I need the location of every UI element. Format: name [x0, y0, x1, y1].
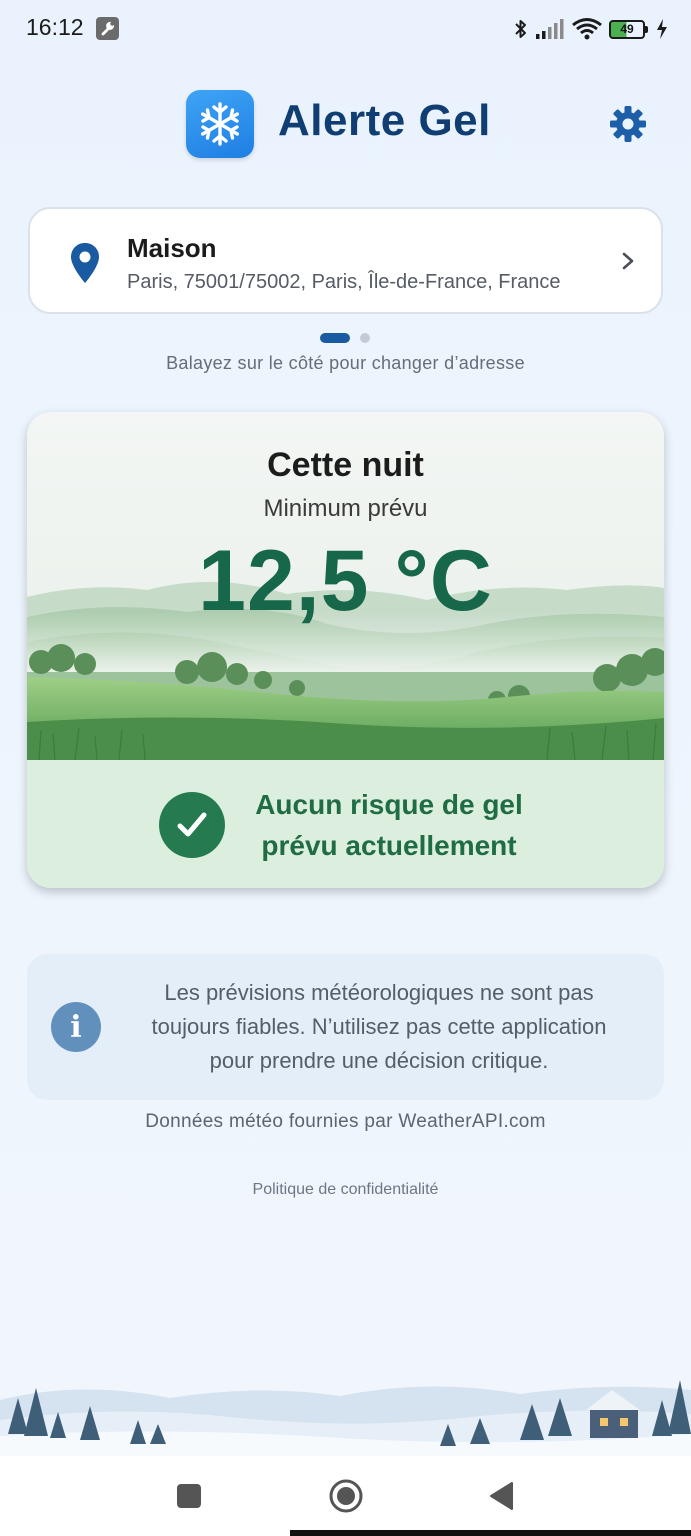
privacy-policy-link[interactable]: Politique de confidentialité	[0, 1181, 691, 1199]
swipe-hint: Balayez sur le côté pour changer d’adres…	[166, 353, 525, 373]
signal-icon	[536, 19, 564, 39]
frost-status-text: Aucun risque de gel prévu actuellement	[239, 784, 539, 866]
frost-status-line1: Aucun risque de gel	[255, 789, 523, 820]
winter-landscape-illustration	[0, 1340, 691, 1456]
charging-icon	[657, 19, 667, 39]
disclaimer-line2: toujours fiables. N’utilisez pas cette a…	[151, 1014, 607, 1039]
address-line: Paris, 75001/75002, Paris, Île-de-France…	[127, 271, 561, 293]
pager-dot	[360, 333, 370, 343]
frost-status: Aucun risque de gel prévu actuellement	[27, 760, 664, 888]
chevron-right-icon	[622, 252, 634, 270]
system-nav-bar	[0, 1456, 691, 1536]
frost-status-line2: prévu actuellement	[261, 830, 517, 861]
wifi-icon	[572, 18, 602, 40]
forecast-title: Cette nuit	[267, 446, 424, 484]
battery-icon: 49	[609, 19, 648, 39]
forecast-subtitle: Minimum prévu	[263, 495, 428, 522]
landscape-illustration: Cette nuit Minimum prévu 12,5 °C	[27, 412, 664, 760]
status-bar: 16:12 49	[0, 0, 691, 60]
settings-button[interactable]	[606, 102, 650, 146]
home-button[interactable]	[326, 1476, 366, 1516]
bluetooth-icon	[515, 20, 526, 38]
disclaimer-line3: pour prendre une décision critique.	[209, 1048, 549, 1073]
snowflake-icon	[200, 102, 239, 146]
forecast-card: Cette nuit Minimum prévu 12,5 °C Aucun r…	[27, 412, 664, 888]
app-logo	[186, 90, 254, 158]
address-pager[interactable]	[320, 333, 370, 343]
address-name: Maison	[127, 233, 217, 263]
circle-icon	[329, 1479, 363, 1513]
status-time: 16:12	[26, 14, 84, 40]
battery-level: 49	[620, 22, 634, 36]
back-button[interactable]	[482, 1476, 522, 1516]
disclaimer-line1: Les prévisions météorologiques ne sont p…	[164, 980, 594, 1005]
square-icon	[177, 1484, 201, 1508]
pager-dot-active	[320, 333, 350, 343]
location-pin-icon	[71, 243, 99, 283]
disclaimer-text: Les prévisions météorologiques ne sont p…	[119, 976, 639, 1078]
disclaimer-card: i Les prévisions météorologiques ne sont…	[27, 954, 664, 1100]
recents-button[interactable]	[169, 1476, 209, 1516]
check-circle-icon	[159, 792, 225, 858]
gear-icon	[610, 106, 646, 142]
forecast-temperature: 12,5 °C	[198, 533, 493, 629]
address-card[interactable]: Maison Paris, 75001/75002, Paris, Île-de…	[28, 207, 663, 314]
app-title: Alerte Gel	[278, 96, 491, 145]
status-icons: 49	[513, 14, 669, 44]
info-icon: i	[51, 1002, 101, 1052]
home-indicator	[290, 1530, 691, 1536]
triangle-back-icon	[490, 1482, 513, 1510]
wrench-icon	[96, 17, 119, 40]
data-provider-text: Données météo fournies par WeatherAPI.co…	[145, 1111, 546, 1132]
